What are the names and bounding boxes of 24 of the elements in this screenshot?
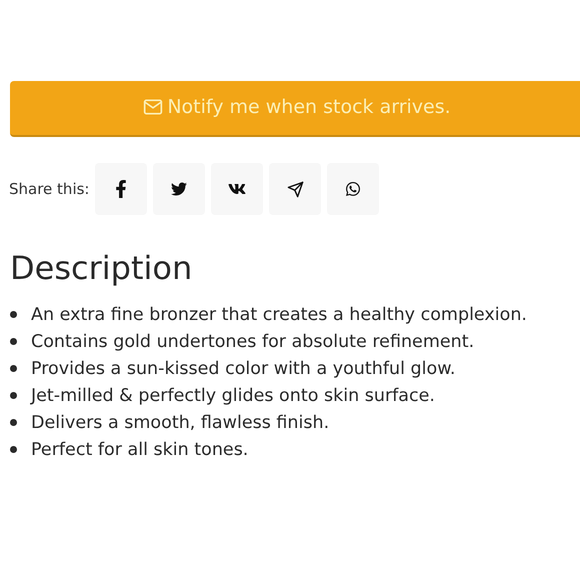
- bullet-icon: [10, 392, 17, 399]
- paper-plane-icon: [286, 180, 304, 198]
- share-button[interactable]: [269, 163, 322, 215]
- bullet-icon: [10, 338, 17, 345]
- list-item: An extra fine bronzer that creates a healthy complexion.: [31, 304, 527, 324]
- list-item: Perfect for all skin tones.: [31, 440, 248, 460]
- list-item: Delivers a smooth, flawless finish.: [31, 412, 330, 432]
- share-button[interactable]: [211, 163, 264, 215]
- section-heading: Description: [10, 249, 194, 287]
- bullet-icon: [10, 446, 17, 453]
- bullet-icon: [10, 311, 17, 318]
- share-button[interactable]: [153, 163, 206, 215]
- envelope-icon: [143, 97, 164, 117]
- list-item: Jet-milled & perfectly glides onto skin surface.: [31, 386, 435, 406]
- share-button[interactable]: [327, 163, 380, 215]
- list-item: Contains gold undertones for absolute refinement.: [31, 332, 474, 352]
- share-button[interactable]: [95, 163, 148, 215]
- bullet-icon: [10, 419, 17, 426]
- notify-button[interactable]: Notify me when stock arrives.: [10, 81, 580, 137]
- whatsapp-icon: [345, 181, 362, 197]
- bullet-icon: [10, 365, 17, 372]
- list-item: Provides a sun-kissed color with a youthful glow.: [31, 358, 456, 378]
- twitter-icon: [171, 181, 188, 197]
- share-label: Share this:: [9, 180, 90, 198]
